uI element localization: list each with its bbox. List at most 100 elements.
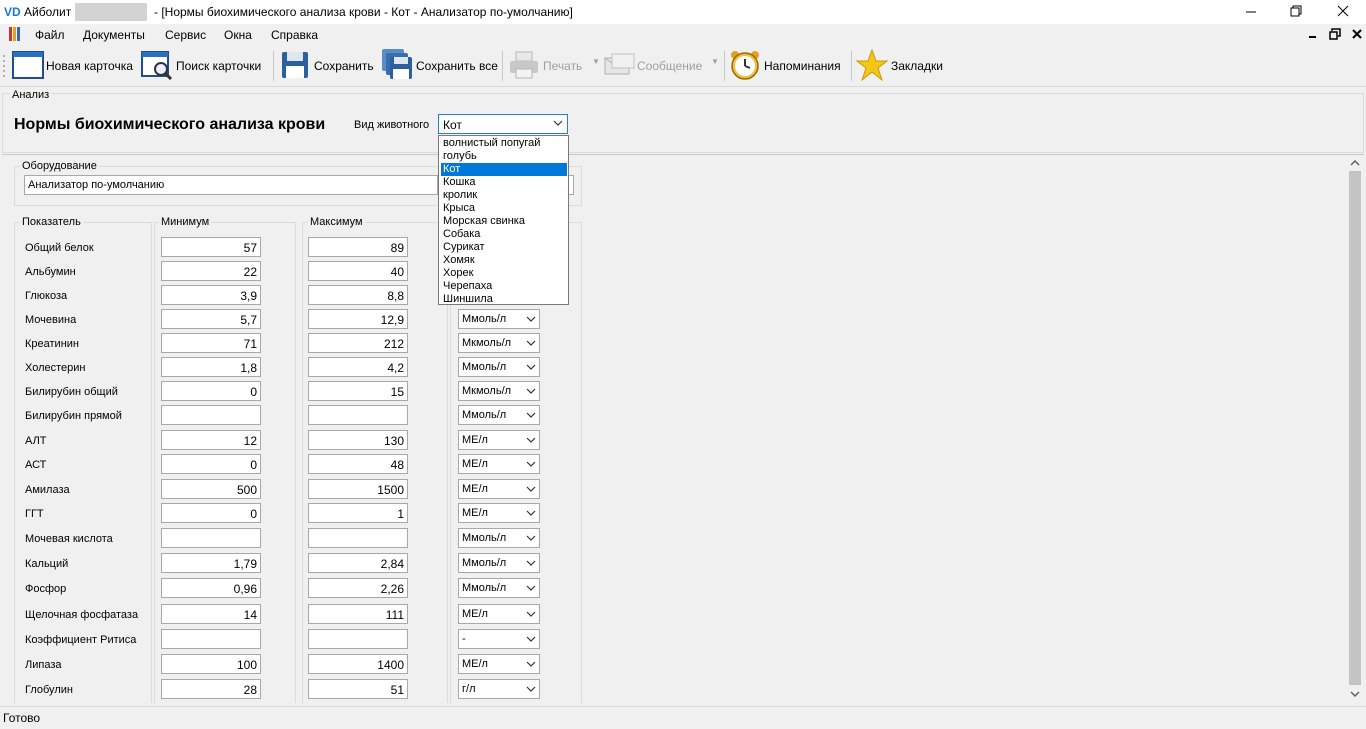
- scroll-down-icon[interactable]: [1347, 686, 1363, 702]
- species-option[interactable]: Шиншила: [441, 293, 567, 306]
- new-card-button[interactable]: Новая карточка: [10, 48, 136, 82]
- max-input[interactable]: 111: [308, 604, 408, 624]
- menu-service[interactable]: Сервис: [165, 28, 206, 42]
- species-option[interactable]: Хомяк: [441, 254, 567, 267]
- save-button[interactable]: Сохранить: [279, 48, 375, 82]
- max-input[interactable]: 1400: [308, 654, 408, 674]
- unit-select[interactable]: МЕ/л: [458, 430, 540, 450]
- unit-select[interactable]: Ммоль/л: [458, 405, 540, 425]
- indicator-label: Щелочная фосфатаза: [25, 609, 139, 621]
- menu-documents[interactable]: Документы: [83, 28, 145, 42]
- menu-help[interactable]: Справка: [271, 28, 318, 42]
- unit-select[interactable]: Мкмоль/л: [458, 333, 540, 353]
- min-input[interactable]: 1,8: [161, 357, 261, 377]
- max-input[interactable]: [308, 629, 408, 649]
- scroll-up-icon[interactable]: [1347, 155, 1363, 171]
- max-input[interactable]: 4,2: [308, 357, 408, 377]
- min-input[interactable]: 22: [161, 261, 261, 281]
- max-input[interactable]: [308, 405, 408, 425]
- scrollbar-thumb[interactable]: [1349, 171, 1361, 685]
- restore-button[interactable]: [1274, 0, 1320, 24]
- species-option[interactable]: Морская свинка: [441, 215, 567, 228]
- species-option[interactable]: Сурикат: [441, 241, 567, 254]
- window-title: - [Нормы биохимического анализа крови - …: [154, 5, 573, 19]
- save-label: Сохранить: [314, 59, 374, 73]
- species-option[interactable]: Кошка: [441, 176, 567, 189]
- max-input[interactable]: [308, 528, 408, 548]
- species-option[interactable]: голубь: [441, 150, 567, 163]
- search-card-button[interactable]: Поиск карточки: [140, 48, 270, 82]
- max-input[interactable]: 15: [308, 381, 408, 401]
- max-input[interactable]: 2,84: [308, 553, 408, 573]
- min-input[interactable]: 5,7: [161, 309, 261, 329]
- unit-select[interactable]: г/л: [458, 679, 540, 699]
- max-input[interactable]: 8,8: [308, 285, 408, 305]
- min-input[interactable]: 28: [161, 679, 261, 699]
- max-input[interactable]: 89: [308, 237, 408, 257]
- menu-file[interactable]: Файл: [35, 28, 65, 42]
- max-input[interactable]: 212: [308, 333, 408, 353]
- min-input[interactable]: 71: [161, 333, 261, 353]
- mdi-close-icon[interactable]: [1351, 28, 1363, 40]
- min-input[interactable]: [161, 528, 261, 548]
- unit-select[interactable]: Ммоль/л: [458, 553, 540, 573]
- min-input[interactable]: 0: [161, 381, 261, 401]
- min-input[interactable]: 3,9: [161, 285, 261, 305]
- indicator-column-header: Показатель: [20, 216, 83, 228]
- unit-select[interactable]: МЕ/л: [458, 654, 540, 674]
- min-input[interactable]: 500: [161, 479, 261, 499]
- menu-windows[interactable]: Окна: [224, 28, 252, 42]
- max-input[interactable]: 12,9: [308, 309, 408, 329]
- unit-select[interactable]: Ммоль/л: [458, 578, 540, 598]
- min-input[interactable]: 100: [161, 654, 261, 674]
- unit-select-value: Ммоль/л: [462, 313, 507, 325]
- minimize-button[interactable]: [1228, 0, 1274, 24]
- toolbar-separator: [724, 51, 725, 81]
- unit-select[interactable]: Мкмоль/л: [458, 381, 540, 401]
- species-option[interactable]: Кот: [441, 163, 567, 176]
- print-button[interactable]: Печать ▼: [507, 48, 600, 82]
- min-input[interactable]: 0,96: [161, 578, 261, 598]
- species-option[interactable]: Хорек: [441, 267, 567, 280]
- max-input[interactable]: 40: [308, 261, 408, 281]
- unit-select[interactable]: -: [458, 629, 540, 649]
- species-option[interactable]: Черепаха: [441, 280, 567, 293]
- min-input[interactable]: 0: [161, 503, 261, 523]
- unit-select[interactable]: Ммоль/л: [458, 528, 540, 548]
- min-input[interactable]: 57: [161, 237, 261, 257]
- species-option[interactable]: кролик: [441, 189, 567, 202]
- bookmarks-button[interactable]: Закладки: [856, 48, 948, 82]
- max-input[interactable]: 51: [308, 679, 408, 699]
- min-input[interactable]: 0: [161, 454, 261, 474]
- max-input[interactable]: 48: [308, 454, 408, 474]
- max-input[interactable]: 2,26: [308, 578, 408, 598]
- search-card-label: Поиск карточки: [176, 59, 262, 73]
- indicator-label: АЛТ: [25, 435, 47, 447]
- min-input[interactable]: [161, 629, 261, 649]
- species-option[interactable]: Крыса: [441, 202, 567, 215]
- unit-select[interactable]: Ммоль/л: [458, 357, 540, 377]
- close-button[interactable]: [1320, 0, 1366, 24]
- unit-select-value: МЕ/л: [462, 608, 488, 620]
- min-input[interactable]: 12: [161, 430, 261, 450]
- unit-select[interactable]: МЕ/л: [458, 503, 540, 523]
- unit-select[interactable]: Ммоль/л: [458, 309, 540, 329]
- unit-select[interactable]: МЕ/л: [458, 454, 540, 474]
- species-option[interactable]: Собака: [441, 228, 567, 241]
- save-all-button[interactable]: Сохранить все: [380, 48, 498, 82]
- star-icon: [856, 49, 888, 81]
- mdi-minimize-icon[interactable]: [1308, 29, 1318, 39]
- mdi-restore-icon[interactable]: [1329, 28, 1341, 40]
- max-input[interactable]: 1500: [308, 479, 408, 499]
- toolbar-grip: [3, 55, 5, 77]
- message-button[interactable]: Сообщение ▼: [603, 48, 721, 82]
- species-option[interactable]: волнистый попугай: [441, 137, 567, 150]
- reminders-button[interactable]: Напоминания: [728, 48, 846, 82]
- unit-select[interactable]: МЕ/л: [458, 479, 540, 499]
- min-input[interactable]: 14: [161, 604, 261, 624]
- min-input[interactable]: 1,79: [161, 553, 261, 573]
- max-input[interactable]: 130: [308, 430, 408, 450]
- min-input[interactable]: [161, 405, 261, 425]
- max-input[interactable]: 1: [308, 503, 408, 523]
- unit-select[interactable]: МЕ/л: [458, 604, 540, 624]
